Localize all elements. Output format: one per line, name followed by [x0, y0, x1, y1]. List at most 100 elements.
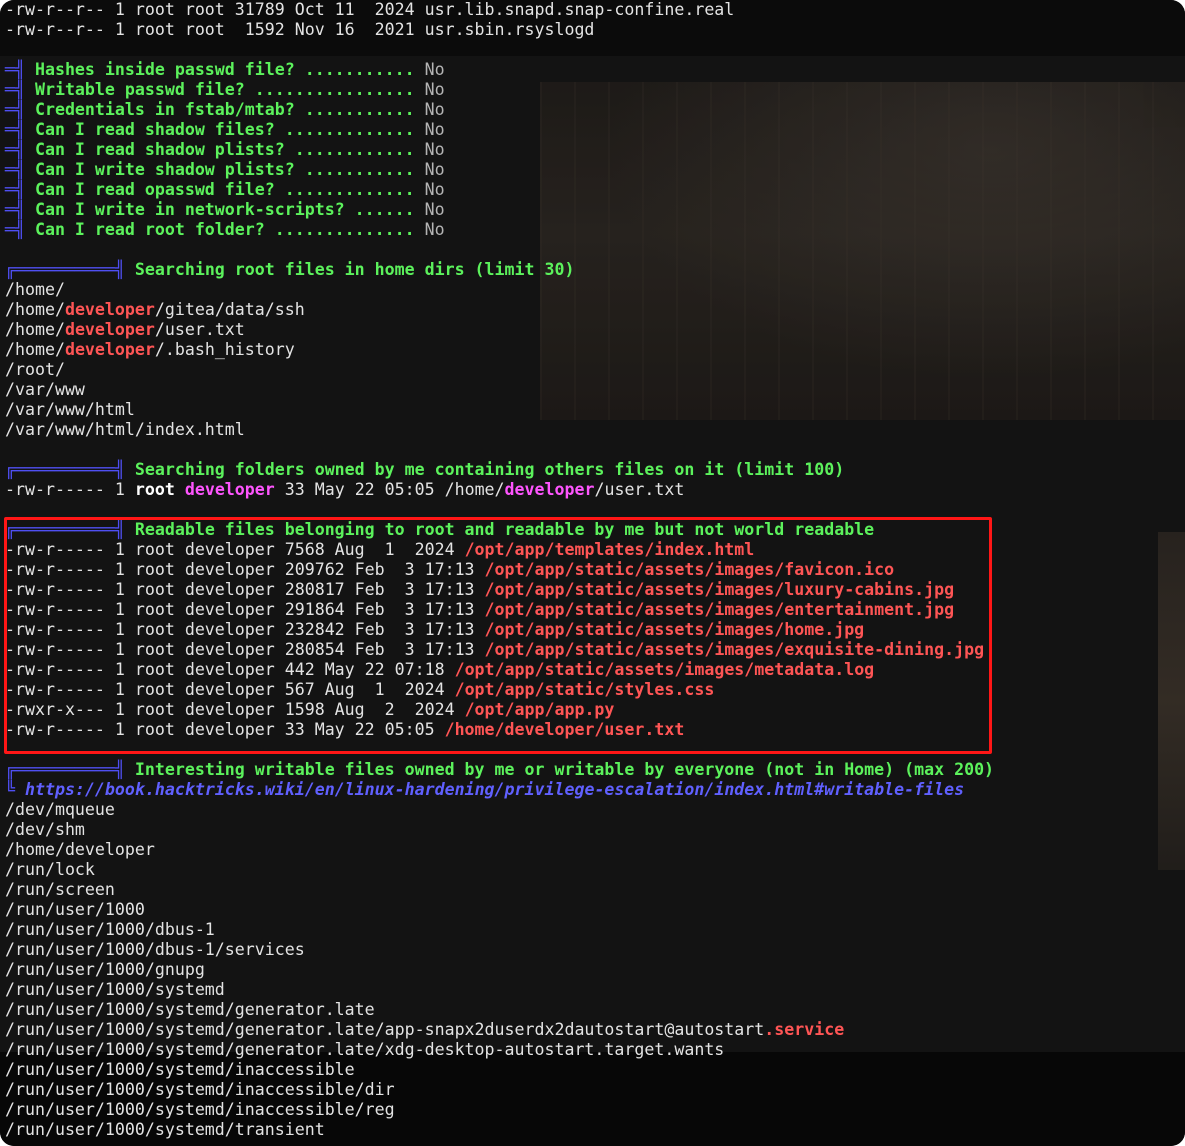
- line-text: 33 May 22 05:05 /home/: [274, 480, 505, 499]
- check-result: No: [414, 100, 445, 119]
- path-line: /dev/shm: [5, 820, 994, 840]
- line-text: /home/: [5, 300, 65, 319]
- check-line: ═╣ Writable passwd file? ...............…: [5, 80, 994, 100]
- hacktricks-link[interactable]: https://book.hacktricks.wiki/en/linux-ha…: [25, 780, 964, 799]
- line-text: /run/screen: [5, 880, 115, 899]
- box-drawing-glyph: ═╣: [5, 80, 25, 99]
- terminal-output[interactable]: -rw-r--r-- 1 root root 31789 Oct 11 2024…: [5, 0, 994, 1140]
- section-title: Readable files belonging to root and rea…: [124, 520, 875, 539]
- line-text: /root/: [5, 360, 65, 379]
- line-text: -rwxr-x--- 1 root developer 1598 Aug 2 2…: [5, 700, 465, 719]
- highlighted-path: /opt/app/static/assets/images/exquisite-…: [484, 640, 985, 659]
- file-listing-line: -rw-r----- 1 root developer 33 May 22 05…: [5, 720, 994, 740]
- check-result: No: [414, 200, 445, 219]
- line-text: -rw-r--r-- 1 root root 31789 Oct 11 2024…: [5, 0, 735, 19]
- check-question: Can I read root folder? ..............: [24, 220, 415, 239]
- line-text: [175, 480, 185, 499]
- file-listing-line: -rw-r----- 1 root developer 291864 Feb 3…: [5, 600, 994, 620]
- highlighted-path: /opt/app/static/assets/images/home.jpg: [484, 620, 865, 639]
- highlighted-path: /opt/app/static/assets/images/favicon.ic…: [484, 560, 895, 579]
- check-result: No: [414, 80, 445, 99]
- line-text: /run/user/1000/systemd/generator.late: [5, 1000, 375, 1019]
- path-line: /run/user/1000/systemd/generator.late: [5, 1000, 994, 1020]
- path-line: /run/user/1000/systemd/inaccessible: [5, 1060, 994, 1080]
- line-text: /run/user/1000/systemd/inaccessible/reg: [5, 1100, 395, 1119]
- username-highlight: developer: [504, 480, 595, 499]
- line-text: /run/user/1000/systemd/inaccessible: [5, 1060, 355, 1079]
- line-text: -rw-r----- 1 root developer 209762 Feb 3…: [5, 560, 485, 579]
- path-line: /run/user/1000/systemd/generator.late/ap…: [5, 1020, 994, 1040]
- file-listing-line: -rw-r----- 1 root developer 209762 Feb 3…: [5, 560, 994, 580]
- path-line: /var/www/html: [5, 400, 994, 420]
- file-listing-line: -rwxr-x--- 1 root developer 1598 Aug 2 2…: [5, 700, 994, 720]
- highlighted-path: /opt/app/app.py: [464, 700, 615, 719]
- path-line: /home/developer/.bash_history: [5, 340, 994, 360]
- check-line: ═╣ Can I read shadow plists? ...........…: [5, 140, 994, 160]
- file-listing-line: -rw-r----- 1 root developer 33 May 22 05…: [5, 480, 994, 500]
- highlighted-username: developer: [64, 340, 155, 359]
- check-question: Credentials in fstab/mtab? ...........: [24, 100, 415, 119]
- section-header: ╔══════════╣ Searching folders owned by …: [5, 460, 994, 480]
- check-line: ═╣ Can I read root folder? .............…: [5, 220, 994, 240]
- file-listing-line: -rw-r--r-- 1 root root 31789 Oct 11 2024…: [5, 0, 994, 20]
- check-question: Writable passwd file? ................: [24, 80, 415, 99]
- check-line: ═╣ Can I write shadow plists? ..........…: [5, 160, 994, 180]
- box-drawing-glyph: ═╣: [5, 160, 25, 179]
- line-text: -rw-r----- 1 root developer 442 May 22 0…: [5, 660, 455, 679]
- section-header: ╔══════════╣ Interesting writable files …: [5, 760, 994, 780]
- check-question: Can I read shadow files? .............: [24, 120, 415, 139]
- path-line: /run/user/1000/dbus-1: [5, 920, 994, 940]
- line-text: /home/: [5, 280, 65, 299]
- path-line: /run/user/1000/dbus-1/services: [5, 940, 994, 960]
- path-line: /run/screen: [5, 880, 994, 900]
- path-line: /home/developer/gitea/data/ssh: [5, 300, 994, 320]
- reference-line: ╚ https://book.hacktricks.wiki/en/linux-…: [5, 780, 994, 800]
- check-question: Can I write in network-scripts? ......: [24, 200, 415, 219]
- check-question: Can I read opasswd file? .............: [24, 180, 415, 199]
- highlighted-username: developer: [64, 320, 155, 339]
- path-line: /dev/mqueue: [5, 800, 994, 820]
- line-text: -rw-r----- 1 root developer 33 May 22 05…: [5, 720, 445, 739]
- check-result: No: [414, 60, 445, 79]
- check-result: No: [414, 160, 445, 179]
- file-listing-line: -rw-r----- 1 root developer 7568 Aug 1 2…: [5, 540, 994, 560]
- box-drawing-glyph: ═╣: [5, 200, 25, 219]
- username-highlight: developer: [184, 480, 275, 499]
- terminal-window[interactable]: -rw-r--r-- 1 root root 31789 Oct 11 2024…: [0, 0, 1185, 1146]
- highlighted-username: developer: [64, 300, 155, 319]
- section-header: ╔══════════╣ Readable files belonging to…: [5, 520, 994, 540]
- file-listing-line: -rw-r----- 1 root developer 280817 Feb 3…: [5, 580, 994, 600]
- file-listing-line: -rw-r----- 1 root developer 567 Aug 1 20…: [5, 680, 994, 700]
- line-text: -rw-r----- 1 root developer 291864 Feb 3…: [5, 600, 485, 619]
- line-text: /dev/shm: [5, 820, 85, 839]
- file-listing-line: -rw-r----- 1 root developer 442 May 22 0…: [5, 660, 994, 680]
- line-text: -rw-r----- 1 root developer 567 Aug 1 20…: [5, 680, 455, 699]
- line-text: /run/lock: [5, 860, 95, 879]
- file-listing-line: -rw-r----- 1 root developer 232842 Feb 3…: [5, 620, 994, 640]
- line-text: -rw-r----- 1 root developer 280854 Feb 3…: [5, 640, 485, 659]
- line-text: /var/www: [5, 380, 85, 399]
- check-result: No: [414, 220, 445, 239]
- section-title: Interesting writable files owned by me o…: [124, 760, 995, 779]
- section-title: Searching root files in home dirs (limit…: [124, 260, 575, 279]
- line-text: /home/: [5, 340, 65, 359]
- check-line: ═╣ Can I read shadow files? ............…: [5, 120, 994, 140]
- line-text: /dev/mqueue: [5, 800, 115, 819]
- line-text: -rw-r--r-- 1 root root 1592 Nov 16 2021 …: [5, 20, 595, 39]
- highlighted-path: /opt/app/static/assets/images/metadata.l…: [454, 660, 875, 679]
- highlighted-path: /opt/app/static/styles.css: [454, 680, 715, 699]
- line-text: /gitea/data/ssh: [154, 300, 305, 319]
- line-text: -rw-r----- 1 root developer 7568 Aug 1 2…: [5, 540, 465, 559]
- box-drawing-glyph: ╔══════════╣: [5, 520, 125, 539]
- check-result: No: [414, 140, 445, 159]
- line-text: /run/user/1000/systemd/transient: [5, 1120, 325, 1139]
- file-listing-line: -rw-r----- 1 root developer 280854 Feb 3…: [5, 640, 994, 660]
- highlighted-path: /opt/app/templates/index.html: [464, 540, 755, 559]
- line-text: /run/user/1000/systemd: [5, 980, 225, 999]
- line-text: /home/developer: [5, 840, 155, 859]
- path-line: /run/user/1000/systemd/inaccessible/dir: [5, 1080, 994, 1100]
- box-drawing-glyph: ═╣: [5, 120, 25, 139]
